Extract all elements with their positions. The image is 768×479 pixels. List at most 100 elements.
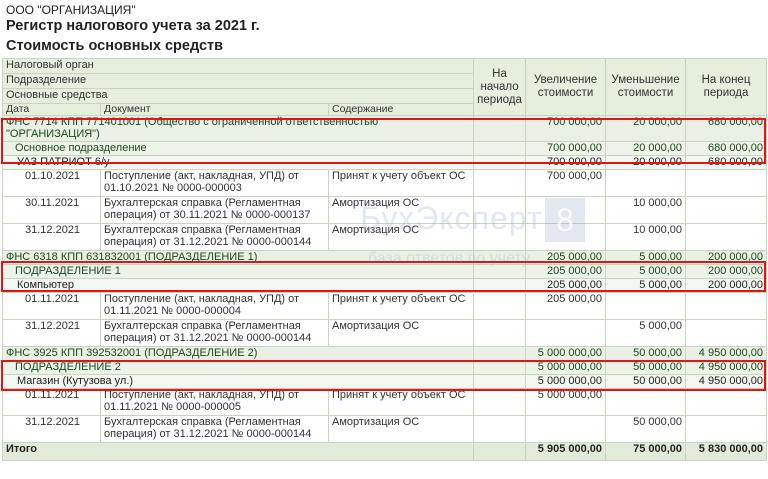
col-header-tax-authority: Налоговый орган [1,58,475,74]
end-cell: 680 000,00 [685,115,768,142]
document-cell[interactable]: Бухгалтерская справка (Регламентная опер… [100,196,329,224]
decrease-cell: 50 000,00 [605,346,687,361]
date-cell: 31.12.2021 [2,319,101,347]
fixed-asset-row[interactable]: Компьютер 205 000,00 5 000,00 200 000,00 [1,278,768,293]
date-cell: 01.11.2021 [2,292,101,320]
total-end: 5 830 000,00 [685,442,768,461]
decrease-cell: 5 000,00 [605,264,687,279]
end-cell: 200 000,00 [685,264,768,279]
fixed-assets-register-table: Налоговый орган На начало периода Увелич… [1,58,768,461]
content-cell: Принят к учету объект ОС [327,388,475,416]
document-row[interactable]: 01.10.2021 Поступление (акт, накладная, … [2,169,768,197]
total-row: Итого 5 905 000,00 75 000,00 5 830 000,0… [1,442,768,461]
increase-cell: 700 000,00 [525,115,607,142]
decrease-cell: 5 000,00 [605,250,687,265]
col-header-document: Документ [100,103,329,116]
document-row[interactable]: 01.11.2021 Поступление (акт, накладная, … [2,292,768,320]
increase-cell: 205 000,00 [525,264,607,279]
division-row[interactable]: Основное подразделение 700 000,00 20 000… [1,141,768,156]
increase-cell [525,223,607,251]
end-cell: 4 950 000,00 [685,374,768,389]
col-header-end: На конец периода [685,58,768,116]
content-cell: Амортизация ОС [327,196,475,224]
increase-cell: 5 000 000,00 [525,374,607,389]
end-cell: 680 000,00 [685,141,768,156]
decrease-cell: 10 000,00 [605,223,687,251]
decrease-cell [605,169,687,197]
increase-cell: 700 000,00 [525,155,607,170]
division-name: ПОДРАЗДЕЛЕНИЕ 1 [1,264,475,279]
date-cell: 31.12.2021 [2,415,101,443]
document-row[interactable]: 01.11.2021 Поступление (акт, накладная, … [2,388,768,416]
increase-cell: 5 000 000,00 [525,346,607,361]
col-header-fixed-assets: Основные средства [1,88,475,104]
total-increase: 5 905 000,00 [525,442,607,461]
document-cell[interactable]: Поступление (акт, накладная, УПД) от 01.… [100,169,329,197]
increase-cell [525,319,607,347]
total-decrease: 75 000,00 [605,442,687,461]
document-row[interactable]: 31.12.2021 Бухгалтерская справка (Реглам… [2,415,768,443]
decrease-cell: 20 000,00 [605,155,687,170]
decrease-cell: 50 000,00 [605,415,687,443]
increase-cell: 700 000,00 [525,141,607,156]
tax-authority-row[interactable]: ФНС 7714 КПП 771401001 (Общество с огран… [1,115,768,142]
division-name: ПОДРАЗДЕЛЕНИЕ 2 [1,360,475,375]
document-row[interactable]: 30.11.2021 Бухгалтерская справка (Реглам… [2,196,768,224]
end-cell: 4 950 000,00 [685,360,768,375]
content-cell: Амортизация ОС [327,415,475,443]
date-cell: 31.12.2021 [2,223,101,251]
decrease-cell: 20 000,00 [605,115,687,142]
division-row[interactable]: ПОДРАЗДЕЛЕНИЕ 1 205 000,00 5 000,00 200 … [1,264,768,279]
date-cell: 01.11.2021 [2,388,101,416]
increase-cell: 700 000,00 [525,169,607,197]
tax-authority-row[interactable]: ФНС 6318 КПП 631832001 (ПОДРАЗДЕЛЕНИЕ 1)… [1,250,768,265]
fixed-asset-row[interactable]: Магазин (Кутузова ул.) 5 000 000,00 50 0… [1,374,768,389]
date-cell: 30.11.2021 [2,196,101,224]
end-cell: 680 000,00 [685,155,768,170]
document-row[interactable]: 31.12.2021 Бухгалтерская справка (Реглам… [2,223,768,251]
end-cell: 200 000,00 [685,250,768,265]
col-header-content: Содержание [327,103,475,116]
tax-authority-name: ФНС 6318 КПП 631832001 (ПОДРАЗДЕЛЕНИЕ 1) [1,250,475,265]
date-cell: 01.10.2021 [2,169,101,197]
end-cell: 200 000,00 [685,278,768,293]
decrease-cell: 5 000,00 [605,278,687,293]
content-cell: Амортизация ОС [327,319,475,347]
decrease-cell: 50 000,00 [605,374,687,389]
col-header-increase: Увеличение стоимости [525,58,607,116]
content-cell: Принят к учету объект ОС [327,292,475,320]
fixed-asset-name: УАЗ ПАТРИОТ 6/у [1,155,475,170]
fixed-asset-name: Магазин (Кутузова ул.) [1,374,475,389]
increase-cell [525,415,607,443]
document-cell[interactable]: Бухгалтерская справка (Регламентная опер… [100,415,329,443]
increase-cell: 205 000,00 [525,292,607,320]
increase-cell: 205 000,00 [525,250,607,265]
col-header-date: Дата [2,103,101,116]
tax-authority-row[interactable]: ФНС 3925 КПП 392532001 (ПОДРАЗДЕЛЕНИЕ 2)… [1,346,768,361]
document-cell[interactable]: Бухгалтерская справка (Регламентная опер… [100,223,329,251]
total-label: Итого [1,442,475,461]
document-cell[interactable]: Поступление (акт, накладная, УПД) от 01.… [100,292,329,320]
report-title: Регистр налогового учета за 2021 г. [6,18,260,34]
organization-name: ООО "ОРГАНИЗАЦИЯ" [6,3,136,17]
increase-cell: 5 000 000,00 [525,388,607,416]
col-header-decrease: Уменьшение стоимости [605,58,687,116]
content-cell: Амортизация ОС [327,223,475,251]
increase-cell: 5 000 000,00 [525,360,607,375]
tax-authority-name: ФНС 7714 КПП 771401001 (Общество с огран… [1,115,475,142]
col-header-start: На начало периода [473,58,527,116]
end-cell: 4 950 000,00 [685,346,768,361]
fixed-asset-name: Компьютер [1,278,475,293]
document-cell[interactable]: Поступление (акт, накладная, УПД) от 01.… [100,388,329,416]
division-row[interactable]: ПОДРАЗДЕЛЕНИЕ 2 5 000 000,00 50 000,00 4… [1,360,768,375]
decrease-cell: 50 000,00 [605,360,687,375]
document-cell[interactable]: Бухгалтерская справка (Регламентная опер… [100,319,329,347]
increase-cell [525,196,607,224]
decrease-cell: 5 000,00 [605,319,687,347]
document-row[interactable]: 31.12.2021 Бухгалтерская справка (Реглам… [2,319,768,347]
decrease-cell: 20 000,00 [605,141,687,156]
fixed-asset-row[interactable]: УАЗ ПАТРИОТ 6/у 700 000,00 20 000,00 680… [1,155,768,170]
division-name: Основное подразделение [1,141,475,156]
decrease-cell [605,388,687,416]
decrease-cell [605,292,687,320]
